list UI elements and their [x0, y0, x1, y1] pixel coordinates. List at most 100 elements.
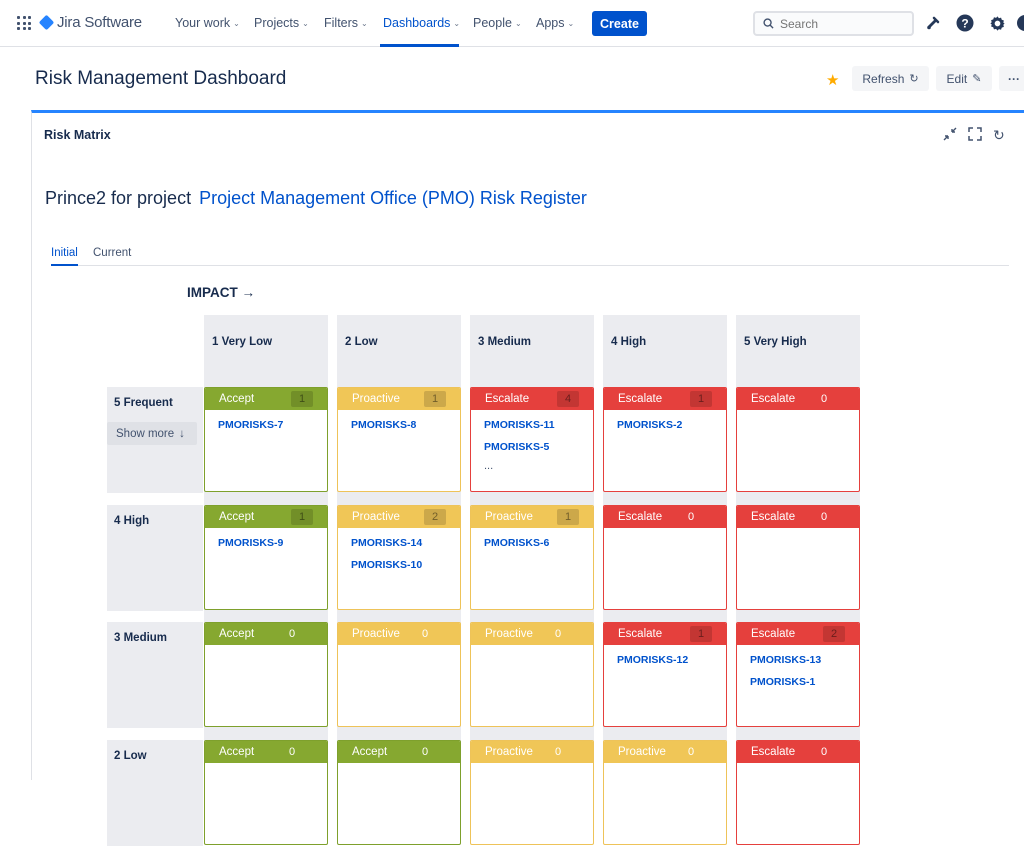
risk-cell[interactable]: Accept 0	[204, 622, 328, 727]
risk-cell[interactable]: Proactive 2 PMORISKS-14 PMORISKS-10	[337, 505, 461, 610]
likelihood-row-header: 2 Low	[107, 740, 203, 846]
risk-action-label: Accept	[219, 628, 255, 640]
risk-issue-list: PMORISKS-2	[604, 410, 726, 440]
risk-count-badge: 0	[288, 628, 296, 640]
risk-issue-list	[338, 763, 460, 771]
risk-cell-header: Accept 0	[205, 623, 327, 645]
search-input[interactable]	[780, 16, 900, 31]
risk-cell[interactable]: Escalate 1 PMORISKS-2	[603, 387, 727, 492]
risk-cell[interactable]: Escalate 0	[736, 740, 860, 845]
risk-cell[interactable]: Accept 0	[204, 740, 328, 845]
gadget-refresh-icon[interactable]: ↻	[993, 127, 1005, 144]
risk-count-badge: 0	[554, 746, 562, 758]
show-more-button[interactable]: Show more ↓	[107, 422, 197, 445]
risk-issue-link[interactable]: PMORISKS-2	[617, 418, 726, 440]
tab-initial[interactable]: Initial	[51, 247, 78, 266]
jira-diamond-icon	[38, 14, 55, 31]
risk-issue-list: PMORISKS-6	[471, 528, 593, 558]
risk-issue-link[interactable]: PMORISKS-13	[750, 653, 859, 675]
risk-cell[interactable]: Accept 0	[337, 740, 461, 845]
risk-action-label: Escalate	[618, 511, 663, 523]
risk-cell[interactable]: Proactive 0	[337, 622, 461, 727]
risk-cell-header: Escalate 0	[737, 741, 859, 763]
nav-label: Your work	[175, 16, 231, 30]
page-title: Risk Management Dashboard	[35, 68, 287, 89]
more-actions-button[interactable]: ···	[999, 66, 1024, 91]
create-button[interactable]: Create	[592, 11, 647, 36]
risk-action-label: Escalate	[751, 746, 796, 758]
risk-issue-list: PMORISKS-11 PMORISKS-5...	[471, 410, 593, 472]
edit-label: Edit	[946, 71, 968, 86]
risk-cell[interactable]: Escalate 4 PMORISKS-11 PMORISKS-5...	[470, 387, 594, 492]
risk-issue-link[interactable]: PMORISKS-12	[617, 653, 726, 675]
risk-cell[interactable]: Escalate 1 PMORISKS-12	[603, 622, 727, 727]
risk-count-badge: 1	[690, 391, 712, 407]
nav-dashboards[interactable]: Dashboards ⌄	[383, 16, 460, 30]
refresh-button[interactable]: Refresh ↻	[852, 66, 929, 91]
risk-cell[interactable]: Proactive 0	[470, 622, 594, 727]
refresh-icon: ↻	[909, 73, 919, 85]
risk-cell[interactable]: Proactive 1 PMORISKS-8	[337, 387, 461, 492]
show-more-label: Show more	[116, 427, 175, 440]
risk-cell[interactable]: Escalate 0	[603, 505, 727, 610]
help-icon[interactable]: ?	[955, 13, 975, 33]
notifications-icon[interactable]	[923, 13, 943, 33]
risk-action-label: Escalate	[618, 393, 663, 405]
minimize-icon[interactable]	[943, 127, 957, 144]
risk-issue-link[interactable]: PMORISKS-5	[484, 440, 593, 462]
app-switcher-icon[interactable]	[17, 16, 31, 30]
nav-projects[interactable]: Projects ⌄	[254, 16, 309, 30]
risk-action-label: Escalate	[751, 393, 796, 405]
risk-cell[interactable]: Escalate 0	[736, 505, 860, 610]
tab-current[interactable]: Current	[93, 247, 131, 264]
risk-issue-link[interactable]: PMORISKS-6	[484, 536, 593, 558]
risk-issue-link[interactable]: PMORISKS-8	[351, 418, 460, 440]
edit-button[interactable]: Edit ✎	[936, 66, 992, 91]
risk-cell-header: Accept 1	[205, 506, 327, 528]
project-link[interactable]: Project Management Office (PMO) Risk Reg…	[199, 188, 587, 209]
risk-cell[interactable]: Accept 1 PMORISKS-7	[204, 387, 328, 492]
arrow-down-icon: ↓	[179, 427, 185, 440]
risk-issue-link[interactable]: PMORISKS-10	[351, 558, 460, 580]
risk-action-label: Proactive	[485, 746, 533, 758]
risk-count-badge: 0	[421, 746, 429, 758]
risk-count-badge: 1	[291, 391, 313, 407]
nav-filters[interactable]: Filters ⌄	[324, 16, 368, 30]
nav-apps[interactable]: Apps ⌄	[536, 16, 574, 30]
likelihood-row-header: 3 Medium	[107, 622, 203, 728]
nav-label: People	[473, 16, 512, 30]
matrix-tabs: Initial Current	[51, 246, 1009, 266]
profile-avatar[interactable]	[1015, 13, 1024, 33]
risk-issue-list	[737, 528, 859, 536]
risk-cell[interactable]: Escalate 2 PMORISKS-13 PMORISKS-1	[736, 622, 860, 727]
risk-cell[interactable]: Proactive 0	[603, 740, 727, 845]
risk-cell[interactable]: Escalate 0	[736, 387, 860, 492]
risk-action-label: Escalate	[618, 628, 663, 640]
settings-icon[interactable]	[987, 13, 1007, 33]
risk-action-label: Escalate	[751, 511, 796, 523]
risk-count-badge: 0	[820, 746, 828, 758]
jira-logo[interactable]: Jira Software	[38, 14, 142, 31]
risk-count-badge: 0	[288, 746, 296, 758]
risk-issue-list: PMORISKS-8	[338, 410, 460, 440]
risk-cell-header: Proactive 0	[604, 741, 726, 763]
risk-cell[interactable]: Accept 1 PMORISKS-9	[204, 505, 328, 610]
risk-issue-link[interactable]: PMORISKS-9	[218, 536, 327, 558]
risk-issue-list: PMORISKS-13 PMORISKS-1	[737, 645, 859, 697]
fullscreen-icon[interactable]	[968, 127, 982, 144]
risk-cell-header: Accept 1	[205, 388, 327, 410]
risk-issue-link[interactable]: PMORISKS-14	[351, 536, 460, 558]
risk-issue-link[interactable]: PMORISKS-7	[218, 418, 327, 440]
star-icon[interactable]: ★	[826, 71, 839, 89]
risk-cell[interactable]: Proactive 0	[470, 740, 594, 845]
nav-your-work[interactable]: Your work ⌄	[175, 16, 240, 30]
risk-cell-header: Proactive 2	[338, 506, 460, 528]
risk-issue-link[interactable]: PMORISKS-1	[750, 675, 859, 697]
risk-issue-link[interactable]: PMORISKS-11	[484, 418, 593, 440]
risk-issue-list	[471, 763, 593, 771]
nav-label: Apps	[536, 16, 565, 30]
search-box[interactable]	[753, 11, 914, 36]
nav-people[interactable]: People ⌄	[473, 16, 522, 30]
impact-column-header: 4 High	[603, 315, 727, 387]
risk-cell[interactable]: Proactive 1 PMORISKS-6	[470, 505, 594, 610]
